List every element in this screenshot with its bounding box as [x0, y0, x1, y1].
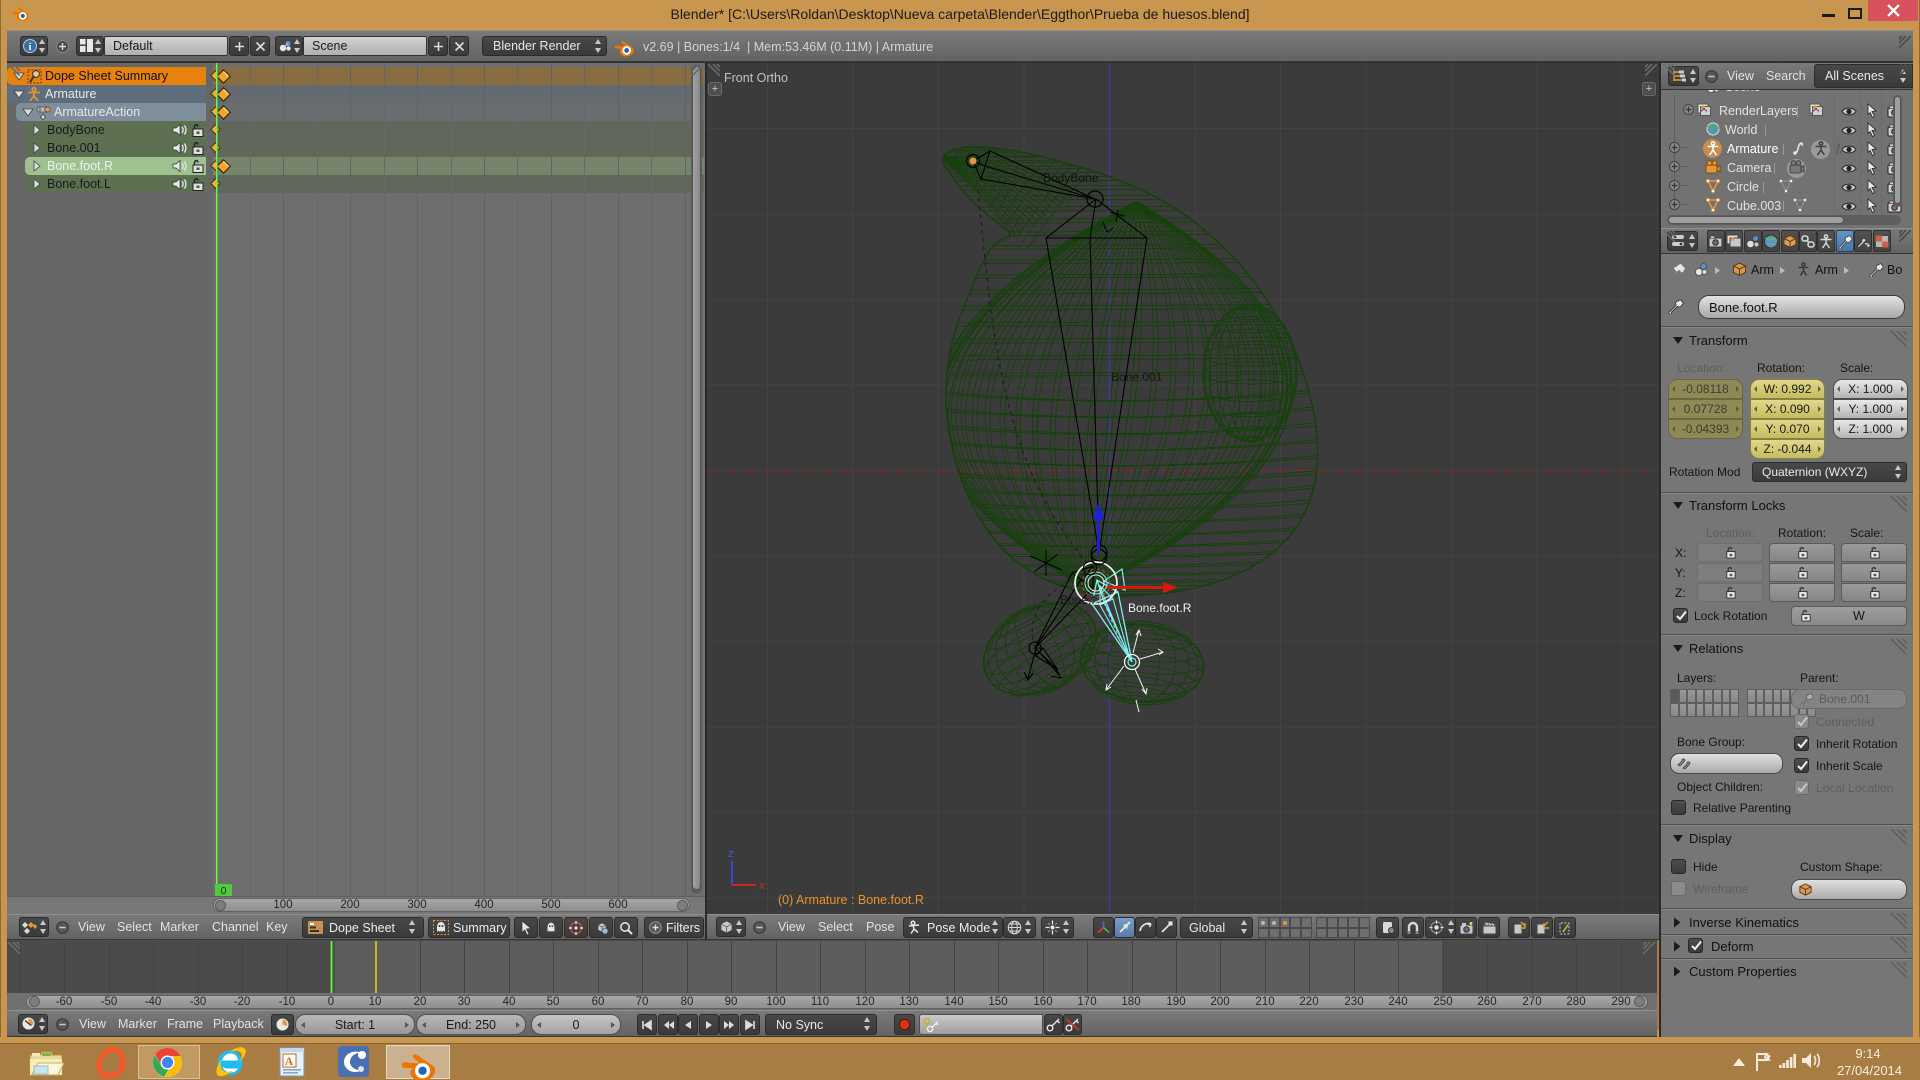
svg-text:z: z [728, 848, 734, 860]
svg-text:x: x [759, 880, 765, 892]
svg-text:i: i [29, 42, 32, 53]
svg-text:A: A [285, 1054, 294, 1068]
